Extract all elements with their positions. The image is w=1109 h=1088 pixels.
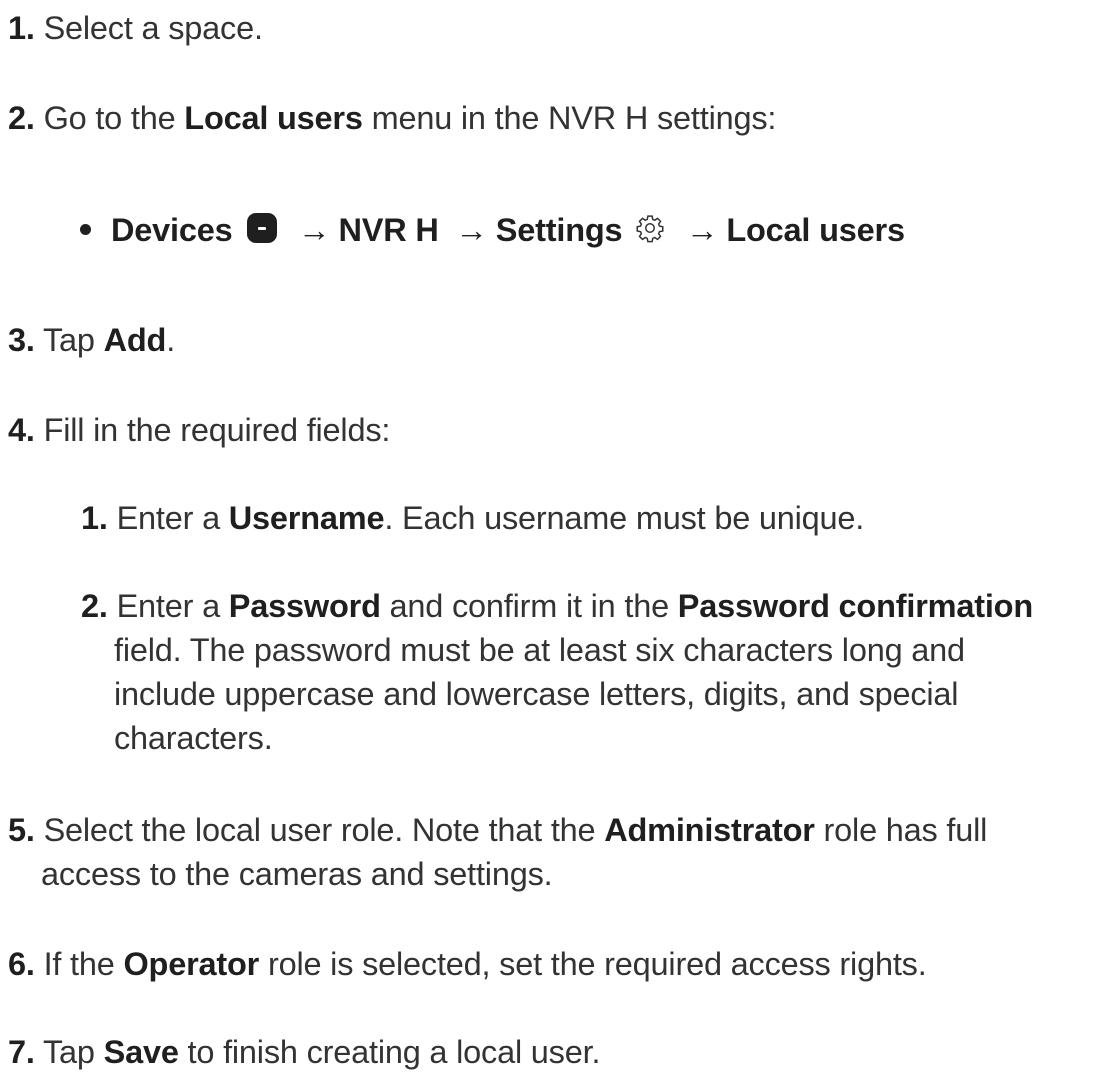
- step-text: Tap: [42, 322, 104, 358]
- arrow-icon: →: [298, 212, 331, 248]
- substep-line: characters.: [81, 716, 1033, 760]
- role-name: Administrator: [604, 812, 815, 848]
- button-name: Add: [103, 322, 167, 358]
- substep-text: . Each username must be unique.: [384, 500, 865, 536]
- step-6: 6. If the Operator role is selected, set…: [8, 942, 927, 986]
- nav-path: Devices → NVR H → Settings → Local users: [80, 208, 905, 252]
- substep-text: include uppercase and lowercase letters,…: [114, 676, 959, 712]
- field-name: Username: [228, 500, 385, 536]
- substep-number: 2.: [81, 588, 108, 624]
- step-4: 4. Fill in the required fields:: [8, 408, 390, 452]
- step-number: 2.: [8, 100, 35, 136]
- step-5: 5. Select the local user role. Note that…: [8, 808, 987, 896]
- step-text: .: [166, 322, 176, 358]
- step-number: 6.: [8, 946, 35, 982]
- step-text: Go to the: [43, 100, 185, 136]
- substep-1: 1. Enter a Username. Each username must …: [81, 496, 864, 540]
- step-line: 5. Select the local user role. Note that…: [8, 808, 987, 852]
- substep-text: field. The password must be at least six…: [114, 632, 965, 668]
- step-1: 1. Select a space.: [8, 6, 263, 50]
- step-text: Fill in the required fields:: [43, 412, 391, 448]
- role-name: Operator: [123, 946, 260, 982]
- field-name: Password: [228, 588, 381, 624]
- substep-line: field. The password must be at least six…: [81, 628, 1033, 672]
- step-text: If the: [43, 946, 124, 982]
- step-text: Select a space.: [43, 10, 263, 46]
- substep-2: 2. Enter a Password and confirm it in th…: [81, 584, 1033, 760]
- substep-text: and confirm it in the: [380, 588, 678, 624]
- substep-number: 1.: [81, 500, 108, 536]
- nav-nvr: NVR H: [338, 212, 439, 248]
- arrow-icon: →: [455, 212, 488, 248]
- step-number: 5.: [8, 812, 35, 848]
- step-3: 3. Tap Add.: [8, 318, 175, 362]
- step-number: 7.: [8, 1034, 35, 1070]
- step-text: Select the local user role. Note that th…: [43, 812, 605, 848]
- substep-line: include uppercase and lowercase letters,…: [81, 672, 1033, 716]
- step-7: 7. Tap Save to finish creating a local u…: [8, 1030, 600, 1074]
- button-name: Save: [103, 1034, 179, 1070]
- step-text: to finish creating a local user.: [178, 1034, 601, 1070]
- substep-text: characters.: [114, 720, 273, 756]
- nav-local-users: Local users: [726, 212, 905, 248]
- step-text: role has full: [814, 812, 988, 848]
- arrow-icon: →: [686, 212, 719, 248]
- nav-devices: Devices: [111, 212, 233, 248]
- substep-text: Enter a: [116, 588, 229, 624]
- step-text: access to the cameras and settings.: [41, 856, 553, 892]
- step-number: 3.: [8, 322, 35, 358]
- gear-icon: [636, 215, 664, 243]
- menu-name: Local users: [184, 100, 363, 136]
- step-text: role is selected, set the required acces…: [259, 946, 927, 982]
- step-text: menu in the NVR H settings:: [362, 100, 777, 136]
- bullet-dot: [80, 223, 91, 235]
- step-2: 2. Go to the Local users menu in the NVR…: [8, 96, 776, 140]
- substep-line: 2. Enter a Password and confirm it in th…: [81, 584, 1033, 628]
- substep-text: Enter a: [116, 500, 229, 536]
- field-name: Password confirmation: [677, 588, 1033, 624]
- nav-settings: Settings: [495, 212, 623, 248]
- device-minus-icon: [247, 213, 278, 244]
- step-line: access to the cameras and settings.: [8, 852, 987, 896]
- step-number: 1.: [8, 10, 35, 46]
- step-number: 4.: [8, 412, 35, 448]
- step-text: Tap: [42, 1034, 104, 1070]
